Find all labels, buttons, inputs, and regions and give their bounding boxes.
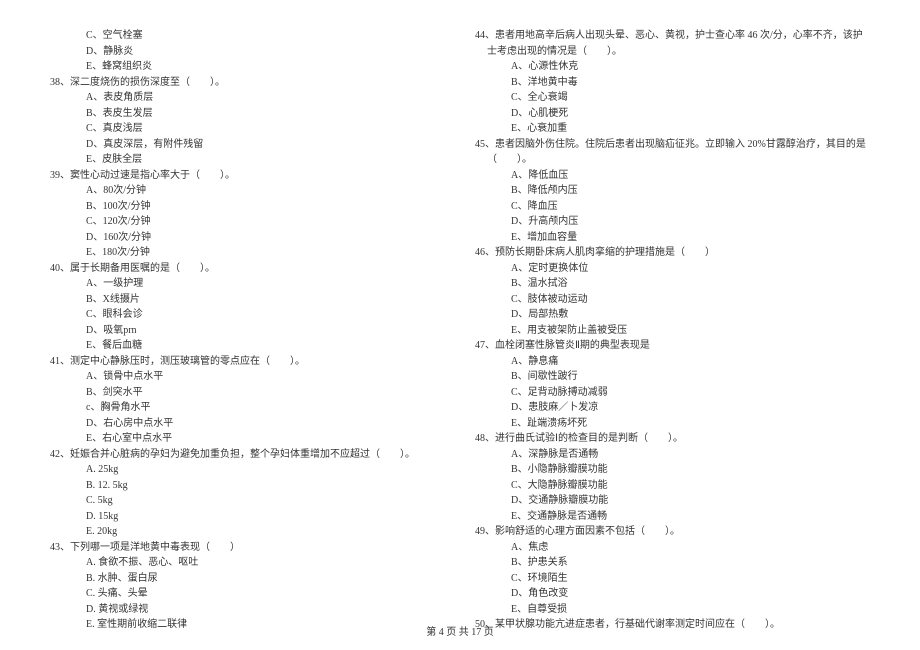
option-line: C、空气栓塞 [50,28,445,44]
option-line: C、120次/分钟 [50,214,445,230]
option-line: B、间歇性跛行 [475,369,870,385]
question-line: 41、测定中心静脉压时，测压玻璃管的零点应在（ ）。 [50,354,445,370]
option-line: D、真皮深层，有附件残留 [50,137,445,153]
question-line: 43、下列哪一项是洋地黄中毒表现（ ） [50,540,445,556]
option-line: c、胸骨角水平 [50,400,445,416]
option-line: C、足背动脉搏动减弱 [475,385,870,401]
option-line: A、深静脉是否通畅 [475,447,870,463]
option-line: A、表皮角质层 [50,90,445,106]
option-line: B、洋地黄中毒 [475,75,870,91]
option-line: E、餐后血糖 [50,338,445,354]
option-line: E、用支被架防止盖被受压 [475,323,870,339]
option-line: B、表皮生发层 [50,106,445,122]
option-line: B、100次/分钟 [50,199,445,215]
option-line: B. 水肿、蛋白尿 [50,571,445,587]
option-line: A、静息痛 [475,354,870,370]
option-line: D、心肌梗死 [475,106,870,122]
option-line: E、交通静脉是否通畅 [475,509,870,525]
option-line: C. 5kg [50,493,445,509]
option-line: A、降低血压 [475,168,870,184]
option-line: A. 食欲不振、恶心、呕吐 [50,555,445,571]
option-line: E、趾端溃疡坏死 [475,416,870,432]
question-line: 44、患者用地高辛后病人出现头晕、恶心、黄视，护士查心率 46 次/分，心率不齐… [475,28,870,59]
option-line: B、降低颅内压 [475,183,870,199]
question-line: 39、窦性心动过速是指心率大于（ ）。 [50,168,445,184]
option-line: C、环境陌生 [475,571,870,587]
question-line: 47、血栓闭塞性脉管炎Ⅱ期的典型表现是 [475,338,870,354]
option-line: E、180次/分钟 [50,245,445,261]
option-line: B、护患关系 [475,555,870,571]
question-line: 42、妊娠合并心脏病的孕妇为避免加重负担，整个孕妇体重增加不应超过（ ）。 [50,447,445,463]
option-line: A、一级护理 [50,276,445,292]
option-line: E、皮肤全层 [50,152,445,168]
option-line: A、80次/分钟 [50,183,445,199]
option-line: D、患肢麻／卜发凉 [475,400,870,416]
option-line: C、真皮浅层 [50,121,445,137]
option-line: A、定时更换体位 [475,261,870,277]
left-column: C、空气栓塞D、静脉炎E、蜂窝组织炎38、深二度烧伤的损伤深度至（ ）。A、表皮… [50,28,445,633]
option-line: A、心源性休克 [475,59,870,75]
option-line: A. 25kg [50,462,445,478]
option-line: D、升高颅内压 [475,214,870,230]
option-line: D、160次/分钟 [50,230,445,246]
option-line: D、静脉炎 [50,44,445,60]
question-line: 40、属于长期备用医嘱的是（ ）。 [50,261,445,277]
option-line: D、局部热敷 [475,307,870,323]
option-line: A、锁骨中点水平 [50,369,445,385]
option-line: D、角色改变 [475,586,870,602]
page-columns: C、空气栓塞D、静脉炎E、蜂窝组织炎38、深二度烧伤的损伤深度至（ ）。A、表皮… [50,28,870,633]
question-line: 38、深二度烧伤的损伤深度至（ ）。 [50,75,445,91]
option-line: D、右心房中点水平 [50,416,445,432]
question-line: 45、患者因脑外伤住院。住院后患者出现脑疝征兆。立即输入 20%甘露醇治疗，其目… [475,137,870,168]
option-line: D. 黄视或绿视 [50,602,445,618]
option-line: A、焦虑 [475,540,870,556]
option-line: D、交通静脉瓣膜功能 [475,493,870,509]
option-line: E、自尊受损 [475,602,870,618]
option-line: B、剑突水平 [50,385,445,401]
option-line: C. 头痛、头晕 [50,586,445,602]
option-line: E. 20kg [50,524,445,540]
option-line: E、增加血容量 [475,230,870,246]
option-line: C、降血压 [475,199,870,215]
option-line: B、小隐静脉瓣膜功能 [475,462,870,478]
question-line: 48、进行曲氏试验Ⅰ的检查目的是判断（ ）。 [475,431,870,447]
option-line: C、肢体被动运动 [475,292,870,308]
right-column: 44、患者用地高辛后病人出现头晕、恶心、黄视，护士查心率 46 次/分，心率不齐… [475,28,870,633]
option-line: B. 12. 5kg [50,478,445,494]
option-line: B、温水拭浴 [475,276,870,292]
option-line: B、X线摄片 [50,292,445,308]
option-line: C、眼科会诊 [50,307,445,323]
option-line: D、吸氧prn [50,323,445,339]
option-line: C、全心衰竭 [475,90,870,106]
question-line: 46、预防长期卧床病人肌肉挛缩的护理措施是（ ） [475,245,870,261]
page-footer: 第 4 页 共 17 页 [0,623,920,638]
option-line: D. 15kg [50,509,445,525]
option-line: C、大隐静脉瓣膜功能 [475,478,870,494]
option-line: E、蜂窝组织炎 [50,59,445,75]
option-line: E、右心室中点水平 [50,431,445,447]
question-line: 49、影响舒适的心理方面因素不包括（ ）。 [475,524,870,540]
option-line: E、心衰加重 [475,121,870,137]
